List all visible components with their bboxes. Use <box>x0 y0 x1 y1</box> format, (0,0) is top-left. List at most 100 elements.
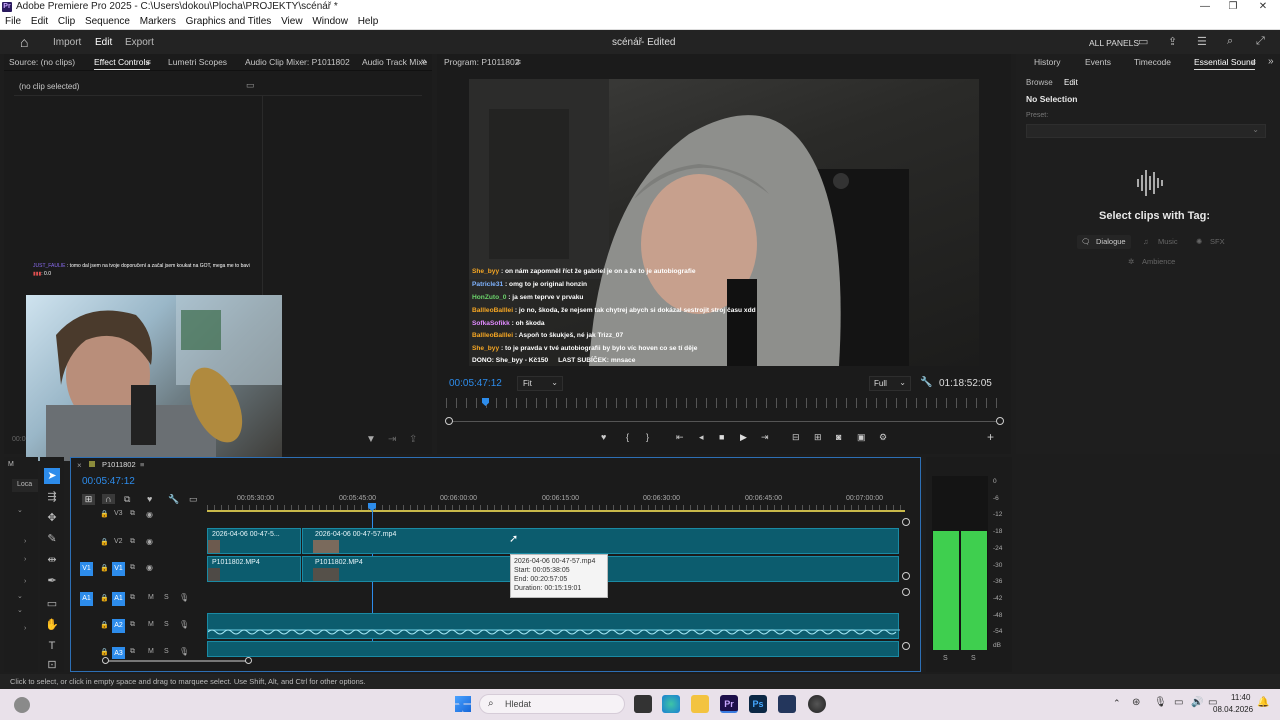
step-back-icon[interactable]: ◂ <box>699 432 704 443</box>
vertical-scroll-handle[interactable] <box>902 642 910 650</box>
eye-icon[interactable]: ◉ <box>146 510 153 519</box>
panel-toggle-icon[interactable]: ▭ <box>246 80 255 91</box>
edit-tab[interactable]: Edit <box>95 37 112 48</box>
restore-button[interactable]: ❐ <box>1218 0 1248 14</box>
chevron-icon[interactable]: ⌄ <box>17 506 23 514</box>
settings-icon[interactable]: ⚙ <box>879 432 887 443</box>
tab-events[interactable]: Events <box>1085 54 1111 70</box>
captions-icon[interactable]: ▭ <box>189 494 198 505</box>
home-icon[interactable]: ⌂ <box>20 34 28 50</box>
sync-lock-icon[interactable]: ⧉ <box>130 538 135 546</box>
solo-button[interactable]: S <box>164 648 169 655</box>
photoshop-taskbar-icon[interactable]: Ps <box>749 695 767 713</box>
vertical-scroll-handle[interactable] <box>902 588 910 596</box>
slip-tool-icon[interactable]: ⇹ <box>44 552 60 568</box>
tab-audio-clip-mixer[interactable]: Audio Clip Mixer: P1011802 <box>245 54 350 70</box>
tab-timecode[interactable]: Timecode <box>1134 54 1171 70</box>
preset-dropdown[interactable]: ⌄ <box>1026 124 1266 138</box>
display-icon[interactable]: ▭ <box>1174 697 1183 708</box>
chevron-right-icon[interactable]: › <box>24 556 26 563</box>
marker-icon[interactable]: ♥ <box>601 432 606 442</box>
vertical-scroll-handle[interactable] <box>902 572 910 580</box>
sync-lock-icon[interactable]: ⧉ <box>130 594 135 602</box>
tab-program[interactable]: Program: P1011802 <box>444 54 519 70</box>
sequence-tab[interactable]: P1011802 <box>102 460 136 469</box>
type-tool-icon[interactable]: T <box>44 638 60 654</box>
volume-icon[interactable]: 🔊 <box>1191 697 1203 708</box>
mute-button[interactable]: M <box>148 621 154 628</box>
extract-icon[interactable]: ⊞ <box>814 432 822 443</box>
tab-lumetri-scopes[interactable]: Lumetri Scopes <box>168 54 227 70</box>
hand-tool-icon[interactable]: ✋ <box>44 617 60 633</box>
source-patch-a1[interactable]: A1 <box>80 592 93 606</box>
program-timecode[interactable]: 00:05:47:12 <box>449 378 502 389</box>
tab-audio-track-mixer[interactable]: Audio Track Mixe <box>362 54 427 70</box>
tag-dialogue-button[interactable]: 🗨 Dialogue <box>1077 235 1131 249</box>
mark-out-icon[interactable]: } <box>646 432 649 442</box>
stop-icon[interactable]: ■ <box>719 432 724 442</box>
add-button-icon[interactable]: + <box>987 430 994 444</box>
zoom-handle-right[interactable] <box>996 417 1004 425</box>
export-frame-icon[interactable]: ⇪ <box>409 434 417 445</box>
sequence-menu-icon[interactable]: ≡ <box>140 460 144 469</box>
zoom-handle-left[interactable] <box>445 417 453 425</box>
microphone-icon[interactable]: 🎙 <box>179 647 189 656</box>
menu-sequence[interactable]: Sequence <box>85 14 130 30</box>
tab-source[interactable]: Source: (no clips) <box>9 54 75 70</box>
menu-help[interactable]: Help <box>358 14 379 30</box>
notification-icon[interactable]: 🔔 <box>1257 697 1269 708</box>
menu-edit[interactable]: Edit <box>31 14 48 30</box>
solo-button[interactable]: S <box>164 621 169 628</box>
microphone-icon[interactable]: 🎙 <box>179 593 189 602</box>
scroll-handle-left[interactable] <box>102 657 109 664</box>
sync-lock-icon[interactable]: ⧉ <box>130 510 135 518</box>
tab-essential-sound[interactable]: Essential Sound <box>1194 54 1256 70</box>
mute-button[interactable]: M <box>148 594 154 601</box>
video-clip[interactable]: 2026-04-06 00-47-57.mp4 <box>302 528 899 554</box>
clock-time[interactable]: 11:40 <box>1231 693 1250 702</box>
menu-markers[interactable]: Markers <box>140 14 176 30</box>
fit-dropdown[interactable]: Fit ⌄ <box>517 376 563 391</box>
eye-icon[interactable]: ◉ <box>146 537 153 546</box>
task-view-icon[interactable] <box>634 695 652 713</box>
effect-controls-menu-icon[interactable]: ≡ <box>146 54 151 70</box>
chevron-right-icon[interactable]: › <box>24 625 26 632</box>
selection-tool-icon[interactable]: ➤ <box>44 468 60 484</box>
track-select-tool-icon[interactable]: ⇶ <box>44 489 60 505</box>
taskbar-search[interactable]: ⌕ Hledat <box>479 694 625 714</box>
program-menu-icon[interactable]: ≡ <box>516 54 521 70</box>
menu-file[interactable]: File <box>5 14 21 30</box>
premiere-taskbar-icon[interactable]: Pr <box>720 695 738 713</box>
pen-tool-icon[interactable]: ✒ <box>44 573 60 589</box>
solo-button[interactable]: S <box>164 594 169 601</box>
track-label-a3[interactable]: A3 <box>112 647 125 659</box>
work-area-bar[interactable] <box>207 510 905 512</box>
linked-selection-icon[interactable]: ⧉ <box>124 494 130 505</box>
export-tab[interactable]: Export <box>125 37 154 48</box>
lock-icon[interactable]: 🔒 <box>100 648 109 656</box>
timeline-timecode[interactable]: 00:05:47:12 <box>82 476 135 487</box>
add-marker-icon[interactable]: ♥ <box>147 494 152 504</box>
close-sequence-icon[interactable]: × <box>77 461 82 470</box>
audio-clip[interactable] <box>207 641 899 657</box>
chevron-up-icon[interactable]: ⌃ <box>1113 698 1121 709</box>
tag-ambience-button[interactable]: ✲ Ambience <box>1124 255 1184 269</box>
wrench-icon[interactable]: 🔧 <box>920 377 932 388</box>
eye-icon[interactable]: ◉ <box>146 563 153 572</box>
program-ruler[interactable] <box>446 398 1002 408</box>
compare-icon[interactable]: ▣ <box>857 432 866 443</box>
lock-icon[interactable]: 🔒 <box>100 510 109 518</box>
microphone-icon[interactable]: 🎙 <box>179 620 189 629</box>
more-tabs-icon[interactable]: » <box>421 54 427 70</box>
location-field[interactable]: Loca <box>12 479 38 492</box>
rectangle-tool-icon[interactable]: ▭ <box>44 596 60 612</box>
step-icon[interactable]: ⇥ <box>388 434 396 445</box>
mute-button[interactable]: M <box>148 648 154 655</box>
track-label-v1[interactable]: V1 <box>112 562 125 576</box>
ripple-edit-tool-icon[interactable]: ✥ <box>44 510 60 526</box>
lock-icon[interactable]: 🔒 <box>100 538 109 546</box>
solo-left-button[interactable]: S <box>943 655 948 662</box>
share-icon[interactable]: ⇪ <box>1168 35 1177 48</box>
queue-icon[interactable]: ☰ <box>1197 35 1207 48</box>
filter-icon[interactable]: ▼ <box>366 434 376 445</box>
